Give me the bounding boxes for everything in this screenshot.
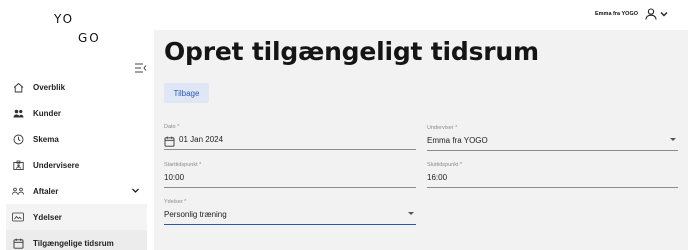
sidebar-item-label: Skema	[33, 134, 59, 144]
sidebar-item-label: Ydelser	[33, 212, 62, 222]
collapse-menu-icon[interactable]	[135, 60, 147, 73]
sidebar-item-kunder[interactable]: Kunder	[0, 100, 154, 126]
start-time-value: 10:00	[164, 173, 185, 182]
logo-line-1: YO	[54, 12, 75, 26]
page-title: Opret tilgængeligt tidsrum	[164, 37, 539, 66]
sidebar-item-overblik[interactable]: Overblik	[0, 74, 154, 100]
chevron-down-icon	[660, 10, 668, 18]
clock-icon	[12, 133, 24, 145]
sidebar-item-undervisere[interactable]: Undervisere	[0, 152, 154, 178]
yogo-logo[interactable]: YO GO	[54, 12, 104, 48]
teacher-underline	[427, 150, 678, 151]
chevron-down-icon[interactable]	[131, 186, 140, 195]
card-icon	[12, 211, 24, 223]
service-value: Personlig træning	[164, 210, 227, 219]
dropdown-arrow-icon	[670, 138, 676, 141]
calendar-icon[interactable]	[164, 134, 175, 147]
main-content: Opret tilgængeligt tidsrum Tilbage Dato …	[154, 30, 688, 250]
start-time-underline	[164, 187, 416, 188]
sidebar-item-tilgaengelige-tidsrum[interactable]: Tilgængelige tidsrum	[6, 230, 147, 250]
date-label: Dato *	[164, 124, 180, 130]
logo-line-2: GO	[78, 31, 101, 45]
service-underline	[164, 223, 416, 225]
teacher-select[interactable]: Underviser * Emma fra YOGO	[427, 125, 678, 151]
sidebar-item-label: Undervisere	[33, 160, 80, 170]
sidebar: YO GO Overblik Kunder Skema Undervisere …	[0, 0, 154, 250]
sidebar-nav: Overblik Kunder Skema Undervisere Aftale…	[0, 74, 154, 250]
sidebar-item-skema[interactable]: Skema	[0, 126, 154, 152]
end-time-value: 16:00	[427, 173, 448, 182]
end-time-underline	[427, 187, 678, 188]
top-bar: Emma fra YOGO	[154, 0, 688, 30]
service-select[interactable]: Ydelser * Personlig træning	[164, 199, 416, 225]
badge-icon	[12, 159, 24, 171]
sidebar-item-ydelser[interactable]: Ydelser	[6, 204, 147, 230]
user-name: Emma fra YOGO	[595, 11, 638, 17]
end-time-field[interactable]: Sluttidspunkt * 16:00	[427, 162, 678, 188]
end-time-label: Sluttidspunkt *	[427, 162, 463, 168]
group-icon	[12, 185, 24, 197]
sidebar-item-label: Tilgængelige tidsrum	[33, 238, 114, 248]
start-time-field[interactable]: Starttidspunkt * 10:00	[164, 162, 416, 188]
dropdown-arrow-icon	[408, 212, 414, 215]
sidebar-item-label: Aftaler	[33, 186, 59, 196]
calendar-icon	[12, 237, 24, 249]
user-icon	[645, 8, 657, 20]
date-field[interactable]: Dato * 01 Jan 2024	[164, 124, 416, 150]
start-time-label: Starttidspunkt *	[164, 162, 202, 168]
users-icon	[12, 107, 24, 119]
sidebar-item-aftaler[interactable]: Aftaler	[0, 178, 154, 204]
home-icon	[12, 81, 24, 93]
teacher-label: Underviser *	[427, 125, 458, 131]
teacher-value: Emma fra YOGO	[427, 136, 488, 145]
sidebar-item-label: Kunder	[33, 108, 61, 118]
date-underline	[164, 149, 416, 150]
user-menu[interactable]: Emma fra YOGO	[595, 8, 668, 20]
service-label: Ydelser *	[164, 199, 187, 205]
date-value: 01 Jan 2024	[179, 135, 224, 144]
sidebar-item-label: Overblik	[33, 82, 66, 92]
back-button[interactable]: Tilbage	[164, 83, 209, 103]
